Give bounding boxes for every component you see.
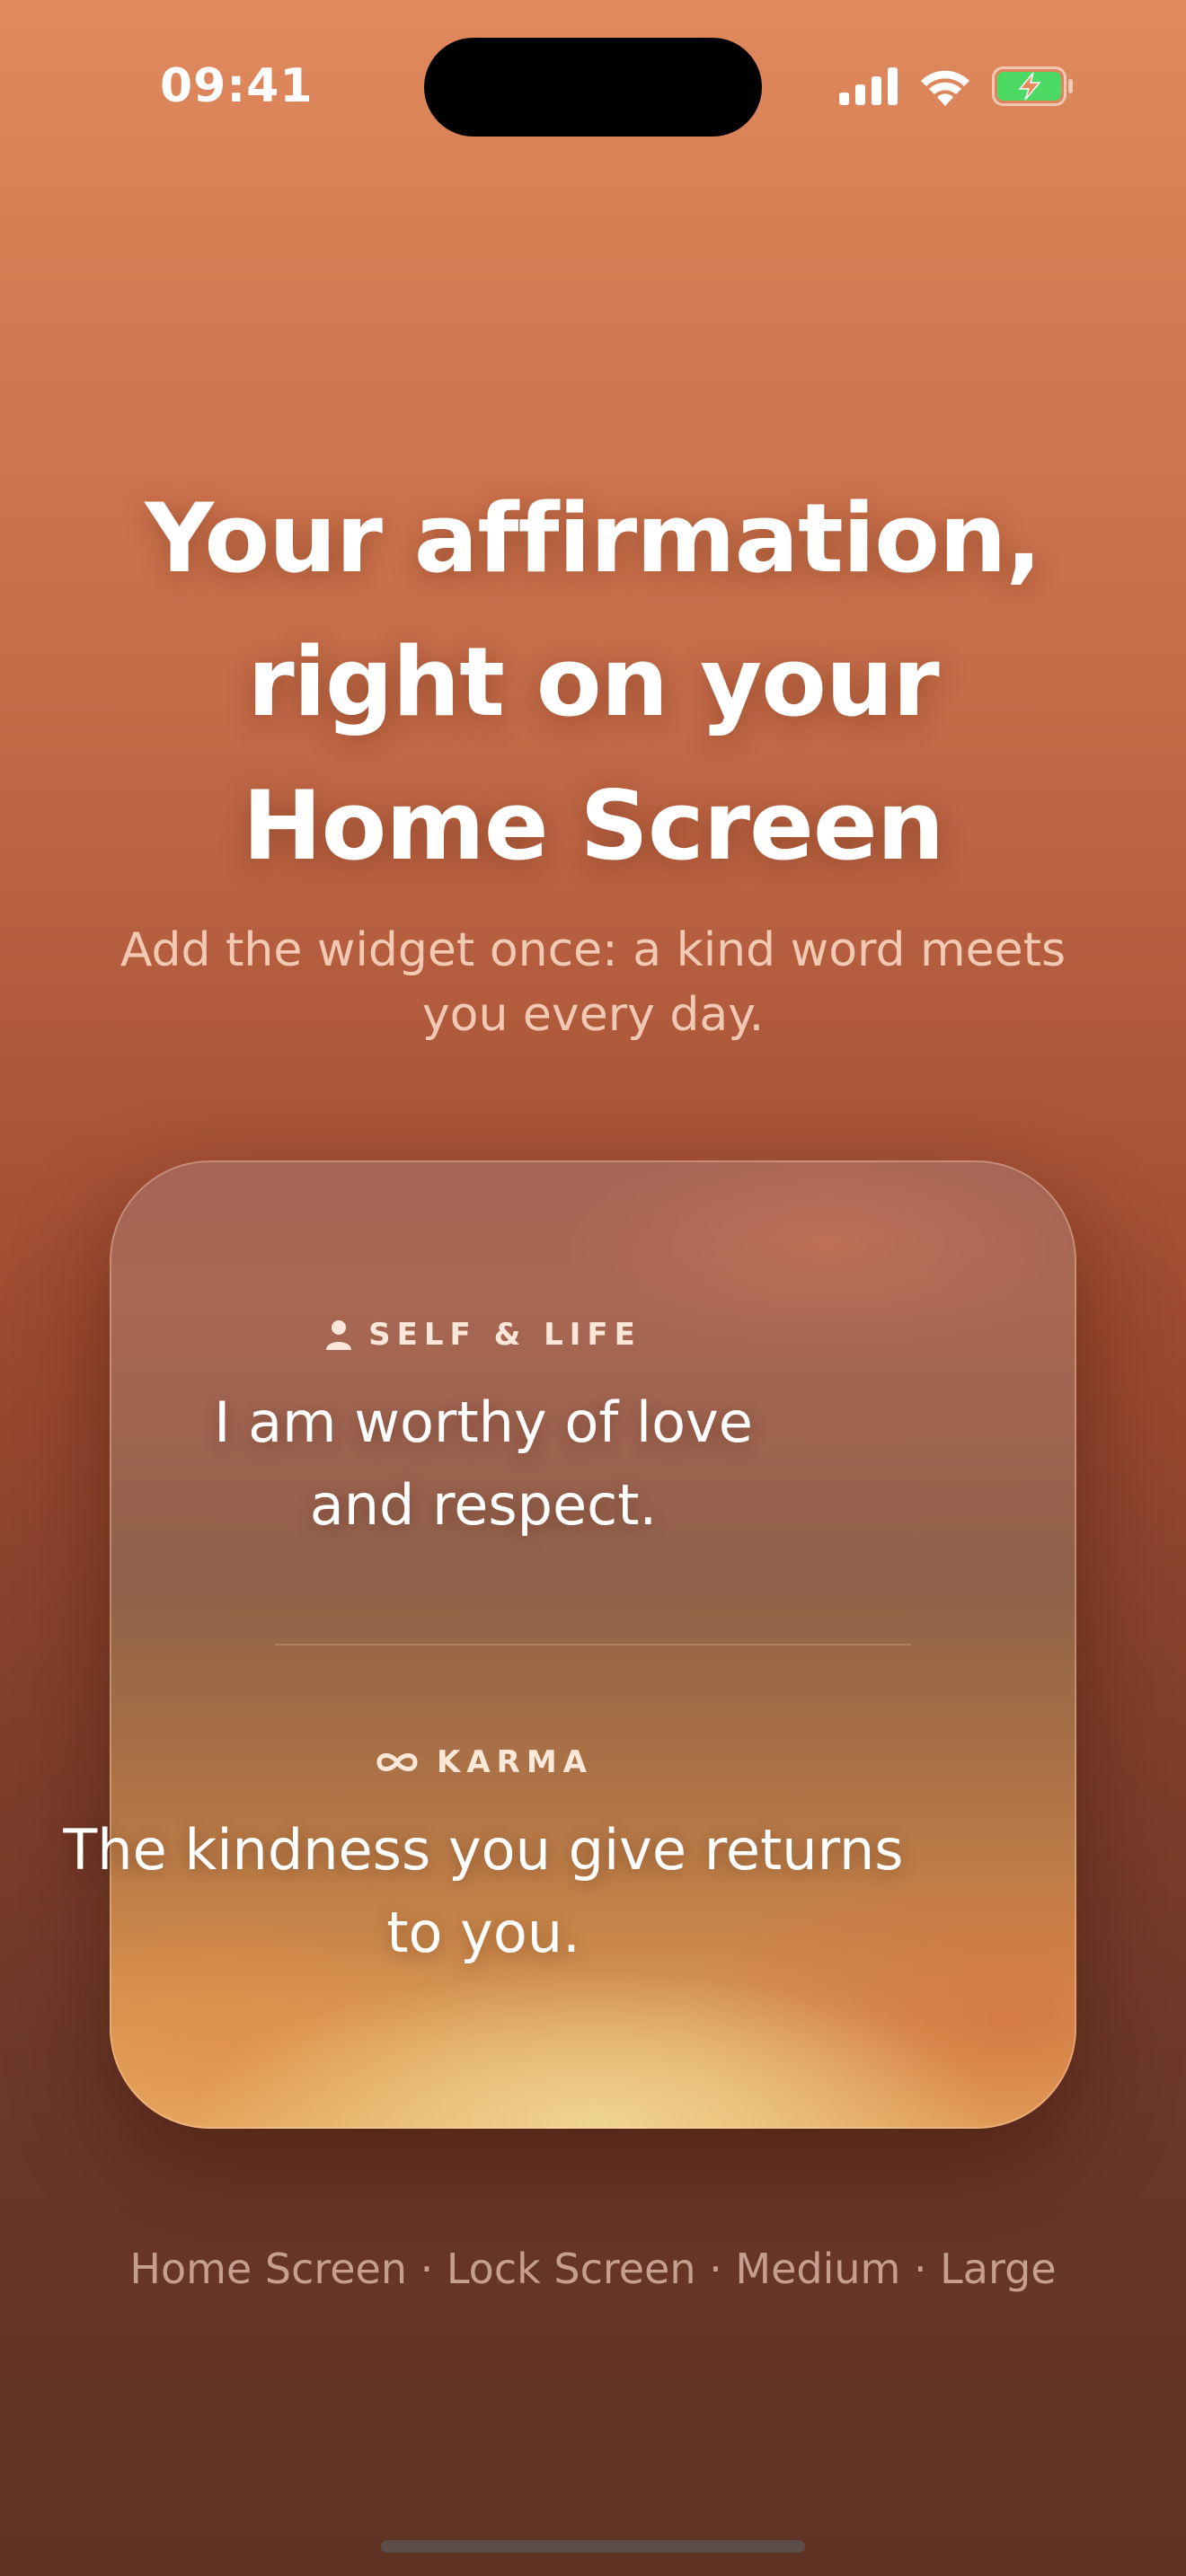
category-label-self-life: SELF & LIFE [0,1317,967,1353]
home-indicator[interactable] [381,2540,805,2553]
person-icon [326,1320,352,1350]
affirmation-text: The kindness you give returns to you. [0,1809,967,1974]
page-title: Your affirmation, right on your Home Scr… [90,467,1096,898]
title-line: right on your [247,627,939,737]
page-subtitle: Add the widget once: a kind word meets y… [90,918,1096,1047]
affirmation-line: to you. [386,1900,580,1965]
title-line: Your affirmation, [145,483,1041,594]
affirmation-text: I am worthy of love and respect. [0,1381,967,1547]
infinity-icon [376,1753,418,1771]
status-icons [839,63,1075,110]
affirmation-line: I am worthy of love [214,1389,753,1455]
category-label-karma: KARMA [0,1744,967,1780]
subtitle-line: you every day. [421,988,765,1042]
wifi-icon [921,70,969,106]
divider [275,1644,911,1645]
status-time: 09:41 [160,59,314,113]
cellular-signal-icon [839,67,898,105]
supported-placements: Home Screen · Lock Screen · Medium · Lar… [129,2245,1057,2293]
affirmation-line: The kindness you give returns [63,1817,904,1883]
battery-charging-icon [992,66,1073,106]
category-text: KARMA [437,1744,593,1780]
affirmation-line: and respect. [309,1472,658,1538]
dynamic-island [424,38,762,137]
category-text: SELF & LIFE [368,1317,642,1353]
widget-onboarding-screen: 09:41 Your affirmation, right on your Ho… [0,0,1186,2576]
title-line: Home Screen [242,771,944,881]
subtitle-line: Add the widget once: a kind word meets [119,923,1067,977]
